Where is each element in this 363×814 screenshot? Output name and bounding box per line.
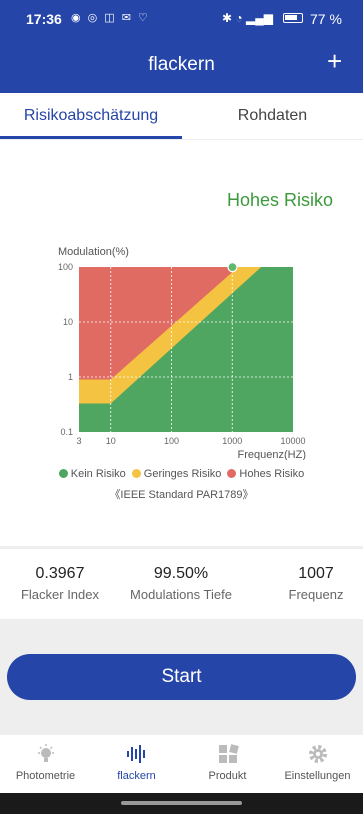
x-axis-label: Frequenz(HZ): [238, 449, 306, 460]
legend-dot: [131, 469, 141, 478]
x-tick-label: 3: [76, 436, 81, 446]
legend-item: Hohes Risiko: [227, 468, 304, 480]
stat-frequency: 1007 Frequenz: [256, 565, 363, 602]
y-tick-label: 1: [68, 372, 73, 382]
tab-risikoabschaetzung[interactable]: Risikoabschätzung: [0, 93, 182, 139]
x-tick-label: 1000: [222, 436, 242, 446]
nav-flackern[interactable]: flackern: [91, 735, 182, 793]
y-axis-label: Modulation(%): [58, 246, 129, 258]
nav-label: Photometrie: [15, 770, 76, 782]
risk-card: Hohes Risiko 100 10 1 0.1 3 10 100 1000 10000 Mod…: [0, 140, 363, 546]
stat-label: Frequenz: [288, 587, 344, 602]
stat-modulation-depth: 99.50% Modulations Tiefe: [121, 565, 241, 602]
page-title: flackern: [148, 54, 215, 75]
gear-icon: [308, 745, 327, 763]
stat-label: Modulations Tiefe: [130, 587, 232, 602]
legend-dot: [227, 469, 237, 478]
legend-label: Hohes Risiko: [239, 468, 305, 480]
grid-icon: [218, 744, 239, 763]
status-bar: 17:36 ◉ ◎ ◫ ✉ ♡ ✱ ◔ ▂▄▆ 77 %: [0, 0, 363, 38]
notification-icons: ◉ ◎ ◫ ✉ ♡: [71, 12, 150, 24]
legend-dot: [58, 469, 68, 478]
app-bar: flackern +: [0, 38, 363, 93]
stats-panel: 0.3967 Flacker Index 99.50% Modulations …: [0, 549, 363, 619]
legend-label: Geringes Risiko: [143, 468, 222, 480]
battery-icon: [283, 13, 303, 23]
stat-value: 1007: [298, 565, 334, 582]
nav-photometrie[interactable]: Photometrie: [0, 735, 91, 793]
connectivity-icons: ✱ ◔ ▂▄▆: [222, 11, 273, 25]
stat-value: 99.50%: [153, 565, 209, 582]
flicker-icon: [126, 745, 145, 763]
y-tick-label: 100: [58, 262, 73, 272]
risk-chart: 100 10 1 0.13 10 100 1000 10000 Modulation(%) Fre…: [58, 246, 306, 460]
x-tick-label: 10: [106, 436, 116, 446]
measurement-point: [227, 262, 238, 273]
battery-percent: 77 %: [310, 11, 342, 27]
start-button[interactable]: Start: [7, 654, 356, 700]
x-tick-label: 100: [164, 436, 179, 446]
stat-label: Flacker Index: [20, 587, 100, 602]
nav-label: Produkt: [208, 770, 247, 782]
nav-einstellungen[interactable]: Einstellungen: [272, 735, 363, 793]
bulb-icon: [37, 744, 54, 762]
nav-produkt[interactable]: Produkt: [182, 735, 273, 793]
tab-rohdaten[interactable]: Rohdaten: [182, 93, 363, 139]
nav-label: flackern: [117, 770, 156, 782]
tab-bar: Risikoabschätzung Rohdaten: [0, 93, 363, 139]
chart-legend: Kein Risiko Geringes Risiko Hohes Risiko: [0, 468, 363, 480]
status-time: 17:36: [26, 11, 62, 27]
y-tick-label: 10: [63, 317, 73, 327]
y-tick-label: 0.1: [60, 427, 73, 437]
home-indicator[interactable]: [121, 801, 242, 805]
bottom-navigation: Photometrie flackern Produkt Einstellung…: [0, 735, 363, 793]
add-icon[interactable]: +: [327, 48, 342, 74]
gesture-bar: [0, 793, 363, 814]
legend-item: Geringes Risiko: [131, 468, 222, 480]
tab-indicator: [0, 136, 182, 139]
stat-value: 0.3967: [35, 565, 85, 582]
legend-item: Kein Risiko: [58, 468, 126, 480]
legend-label: Kein Risiko: [70, 468, 126, 480]
x-tick-label: 10000: [280, 436, 305, 446]
stat-flicker-index: 0.3967 Flacker Index: [0, 565, 120, 602]
standard-label: 《IEEE Standard PAR1789》: [109, 489, 254, 501]
nav-label: Einstellungen: [284, 770, 351, 782]
